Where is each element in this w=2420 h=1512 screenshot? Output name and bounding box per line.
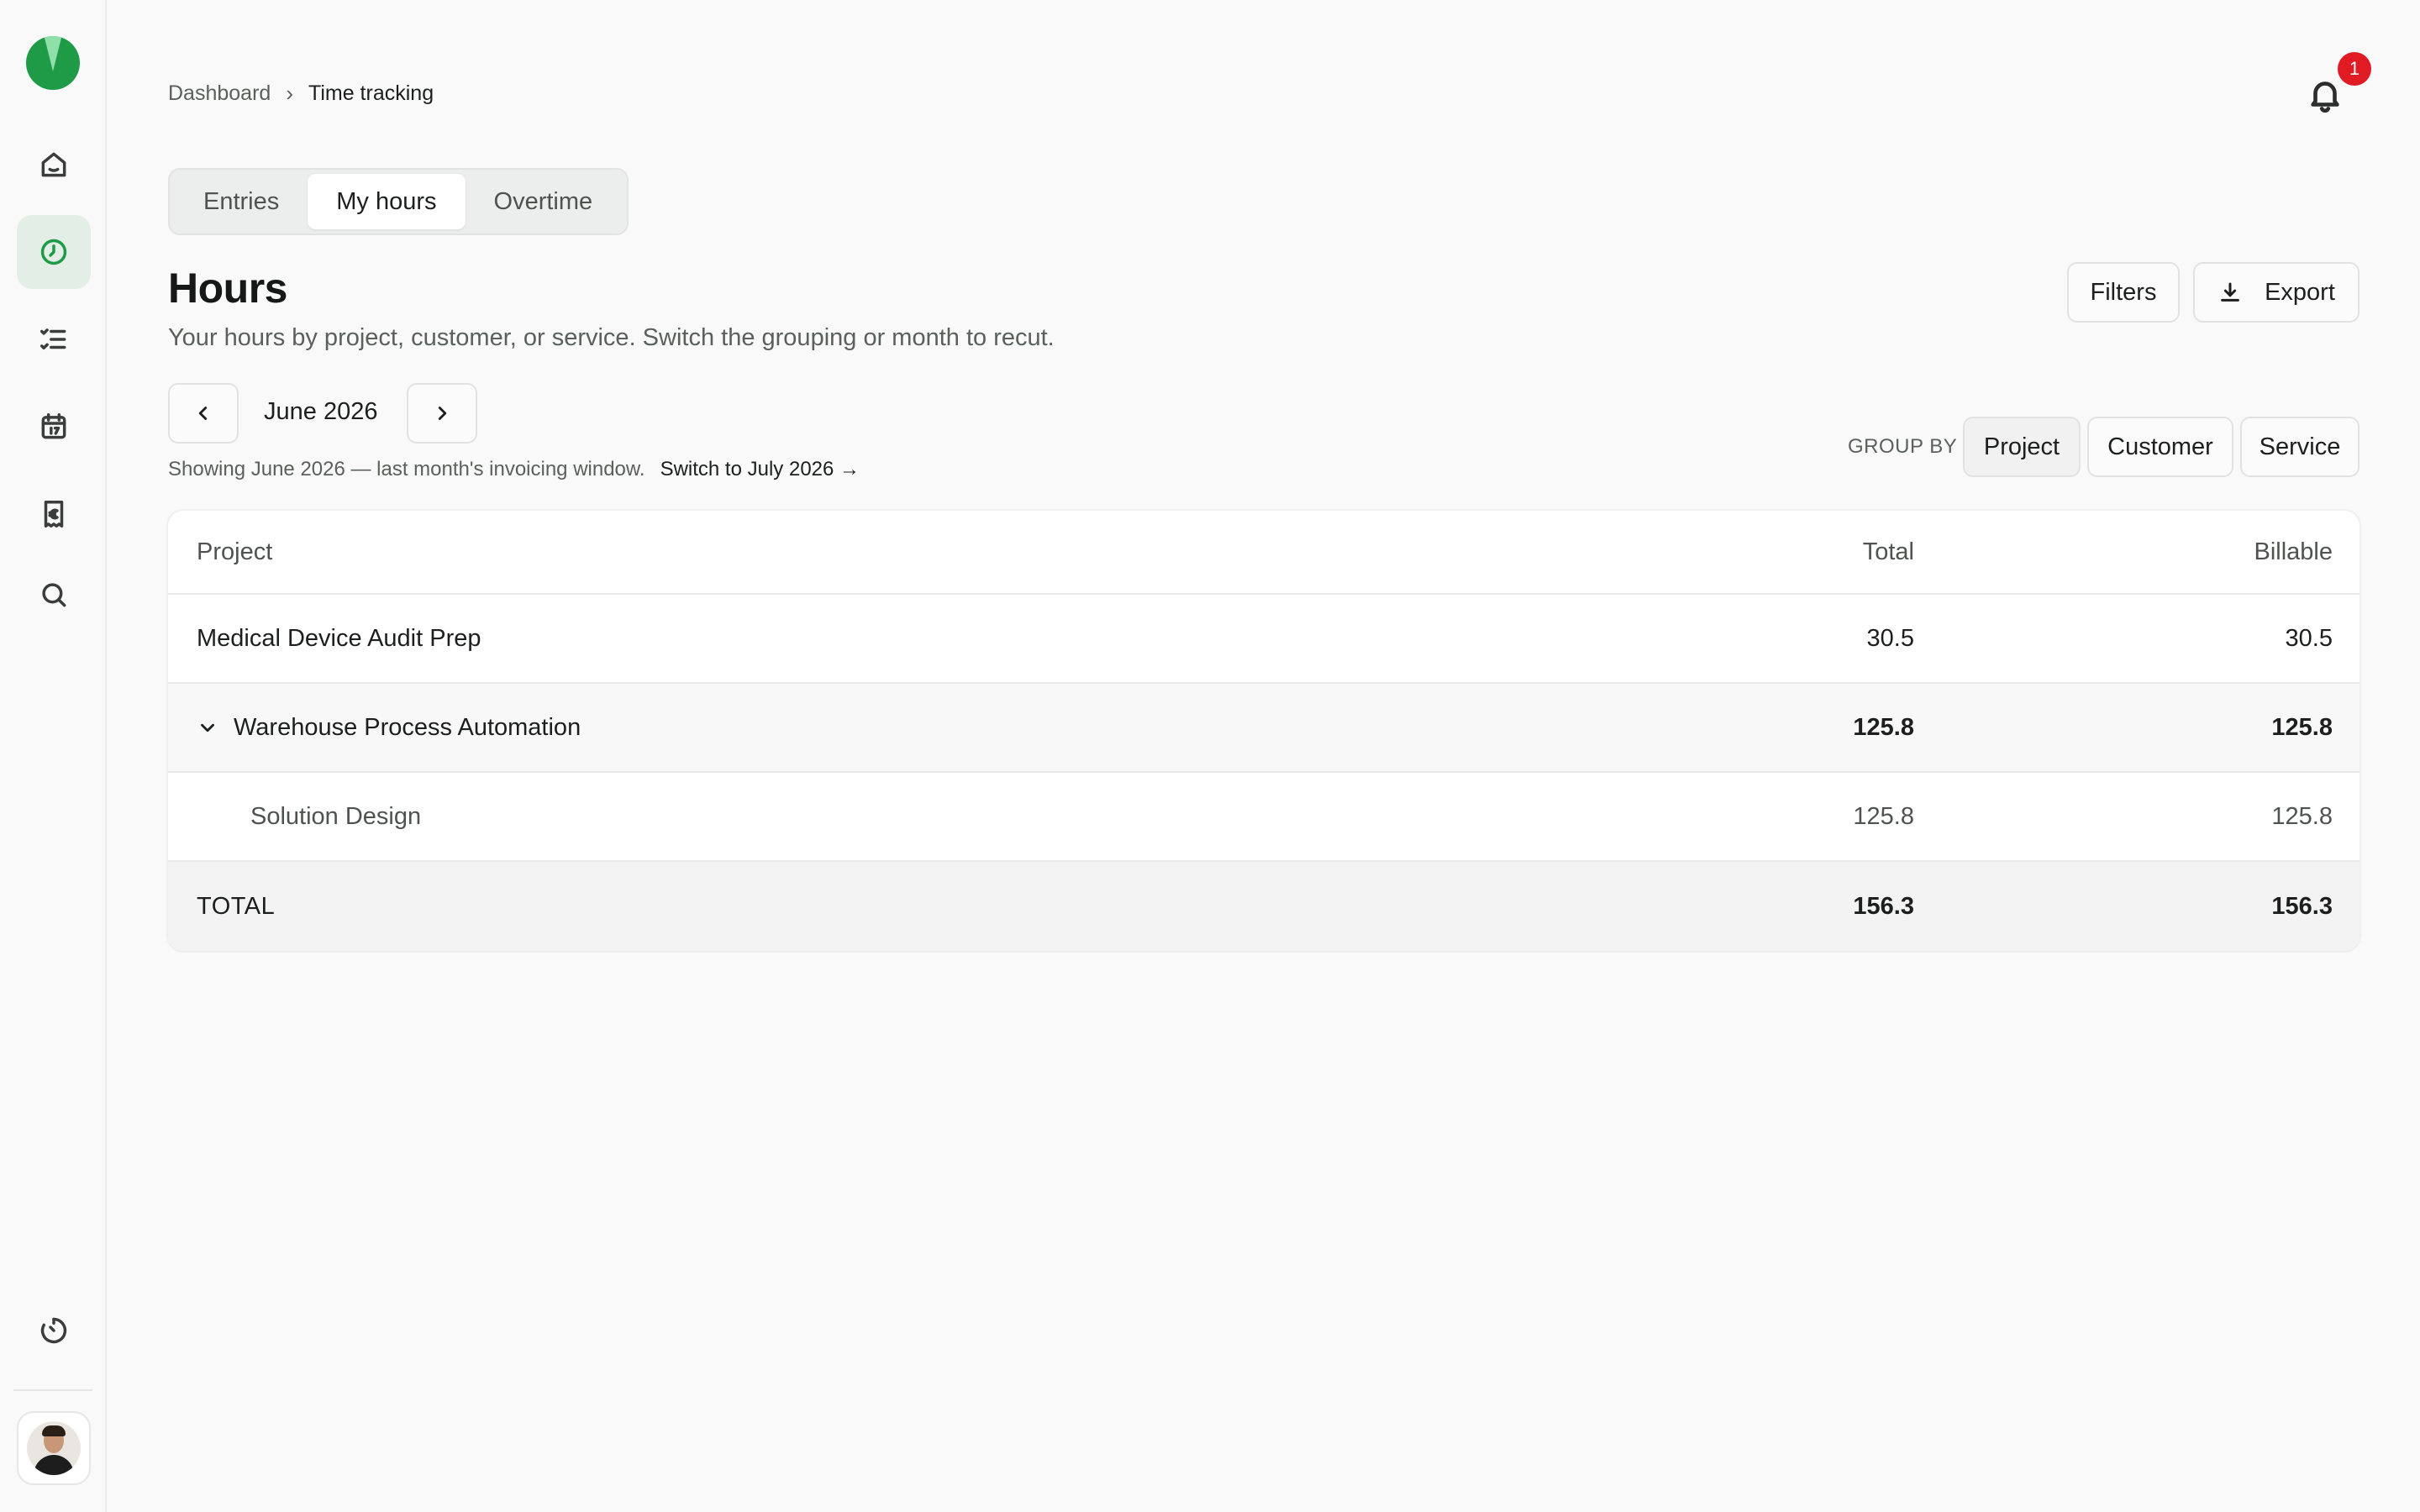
home-icon: [41, 152, 66, 177]
current-month: June 2026: [264, 398, 378, 425]
nav-invoices[interactable]: [17, 477, 91, 551]
row-name: Medical Device Audit Prep: [197, 624, 481, 652]
table-row-group[interactable]: Warehouse Process Automation 125.8 125.8: [168, 684, 2360, 773]
nav-timer[interactable]: [17, 1294, 91, 1368]
nav-search[interactable]: [17, 558, 91, 632]
previous-month-button[interactable]: [168, 383, 239, 444]
switch-month-link[interactable]: Switch to July 2026 →: [660, 458, 860, 481]
total-label: TOTAL: [197, 892, 276, 920]
chevron-down-icon[interactable]: [197, 717, 218, 738]
download-icon: [2221, 282, 2239, 302]
receipt-euro-icon: [44, 501, 64, 528]
nav-calendar[interactable]: [17, 390, 91, 464]
total-hours: 156.3: [1853, 892, 1914, 920]
group-by-label: GROUP BY: [1848, 435, 1958, 458]
hours-table: Project Total Billable Medical Device Au…: [168, 511, 2360, 951]
export-button[interactable]: Export: [2193, 262, 2360, 323]
nav-time-tracking[interactable]: [17, 215, 91, 289]
tab-overtime[interactable]: Overtime: [466, 174, 622, 229]
column-project[interactable]: Project: [197, 511, 272, 593]
tab-my-hours[interactable]: My hours: [308, 174, 466, 229]
row-billable: 125.8: [2271, 713, 2333, 741]
search-icon: [42, 583, 66, 607]
chevron-right-icon: [438, 407, 447, 420]
next-month-button[interactable]: [407, 383, 477, 444]
view-tabs: Entries My hours Overtime: [168, 168, 629, 235]
table-row-child[interactable]: Solution Design 125.8 125.8: [168, 773, 2360, 862]
table-total-row: TOTAL 156.3 156.3: [168, 862, 2360, 951]
logo[interactable]: [26, 36, 80, 90]
page-subtitle: Your hours by project, customer, or serv…: [168, 324, 1055, 351]
row-name: Solution Design: [250, 802, 422, 830]
page-title: Hours: [168, 265, 287, 312]
breadcrumb-current: Time tracking: [308, 81, 434, 105]
notifications-button[interactable]: [2306, 76, 2344, 114]
column-billable[interactable]: Billable: [2254, 511, 2333, 593]
row-billable: 125.8: [2271, 802, 2333, 830]
month-note: Showing June 2026 — last month's invoici…: [168, 458, 860, 481]
nav-home[interactable]: [17, 128, 91, 202]
sidebar: [0, 0, 107, 1512]
nav-tasks[interactable]: [17, 302, 91, 376]
checklist-icon: [40, 328, 66, 350]
chevron-left-icon: [198, 407, 208, 420]
row-billable: 30.5: [2285, 624, 2333, 652]
breadcrumb-separator: ›: [286, 81, 293, 106]
tab-entries[interactable]: Entries: [175, 174, 308, 229]
row-total: 125.8: [1853, 802, 1914, 830]
notification-badge: 1: [2338, 52, 2371, 86]
row-group-name-cell: Warehouse Process Automation: [197, 684, 581, 771]
row-name: Warehouse Process Automation: [234, 713, 581, 741]
column-total[interactable]: Total: [1863, 511, 1914, 593]
table-header: Project Total Billable: [168, 511, 2360, 595]
group-by-service[interactable]: Service: [2240, 417, 2360, 477]
bell-icon: [2311, 81, 2339, 113]
app: Dashboard › Time tracking 1 Entries My h…: [0, 0, 2420, 1512]
avatar[interactable]: [17, 1411, 91, 1485]
clock-icon: [40, 239, 67, 265]
export-button-label: Export: [2265, 278, 2335, 306]
group-by-project[interactable]: Project: [1963, 417, 2081, 477]
row-total: 125.8: [1853, 713, 1914, 741]
avatar-image: [27, 1421, 81, 1475]
total-billable: 156.3: [2271, 892, 2333, 920]
timer-icon: [40, 1317, 67, 1344]
logo-mark: [43, 36, 63, 71]
row-total: 30.5: [1866, 624, 1914, 652]
filters-button-label: Filters: [2090, 278, 2157, 306]
month-note-text: Showing June 2026 — last month's invoici…: [168, 458, 645, 480]
group-by-customer[interactable]: Customer: [2087, 417, 2233, 477]
calendar-icon: [41, 413, 66, 439]
breadcrumb-dashboard[interactable]: Dashboard: [168, 81, 271, 106]
table-row[interactable]: Medical Device Audit Prep 30.5 30.5: [168, 595, 2360, 684]
sidebar-divider: [13, 1389, 92, 1391]
filters-button[interactable]: Filters: [2067, 262, 2180, 323]
breadcrumb: Dashboard › Time tracking: [168, 81, 434, 107]
